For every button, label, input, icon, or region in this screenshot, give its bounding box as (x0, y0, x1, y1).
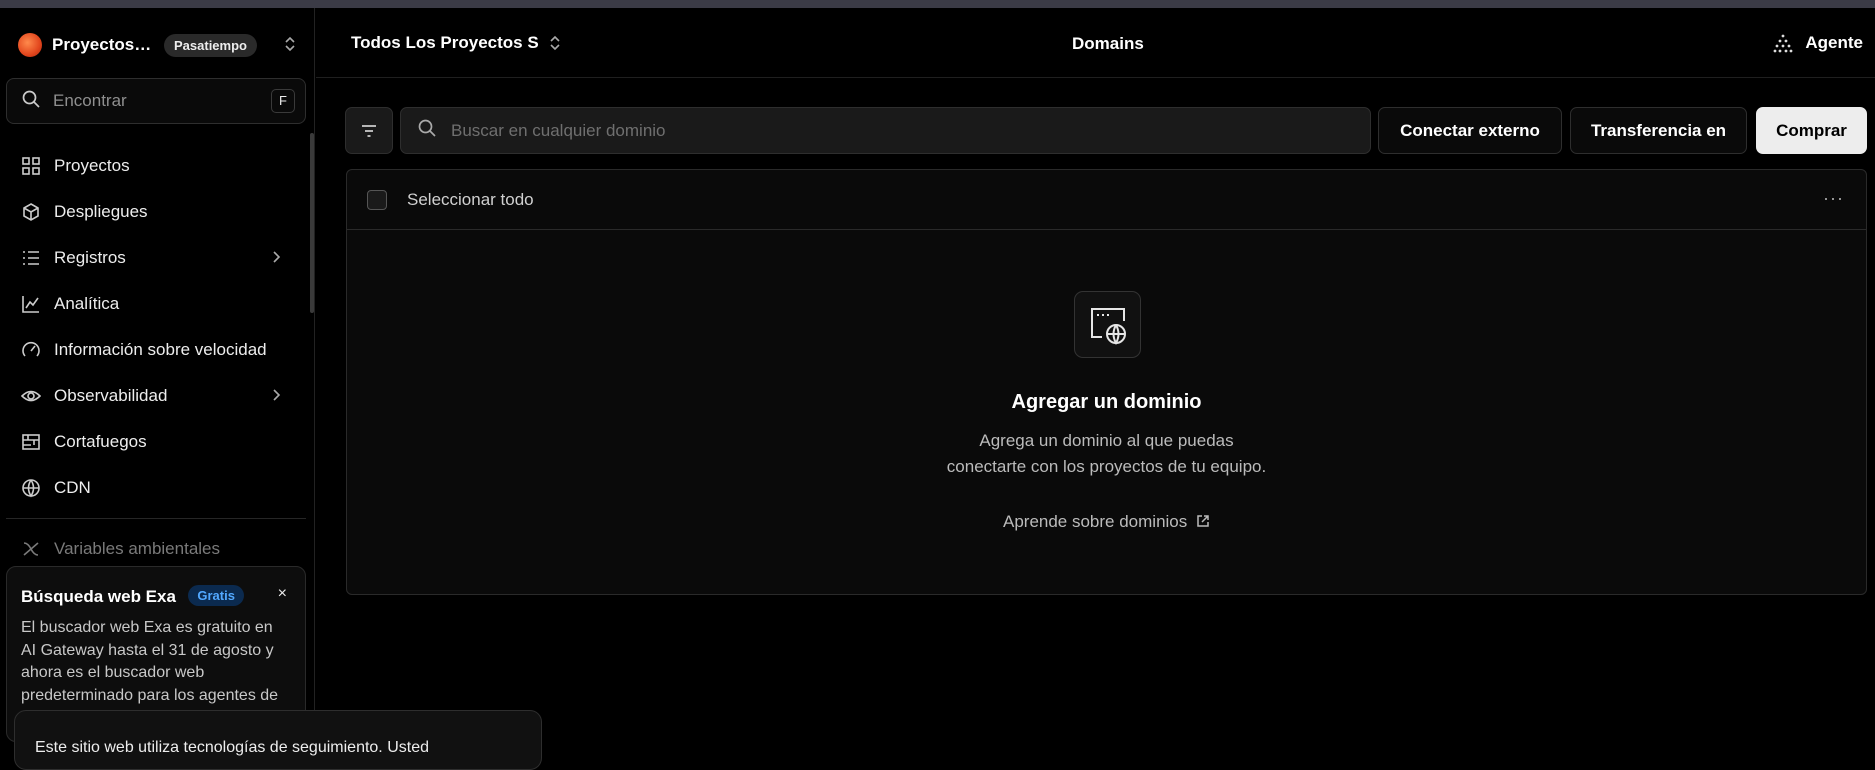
sidebar-item-label: Variables ambientales (54, 539, 220, 558)
team-switcher[interactable]: Proyectos ... Pasatiempo (18, 30, 300, 60)
sidebar-item-cortafuegos[interactable]: Cortafuegos (0, 419, 310, 465)
buy-button[interactable]: Comprar (1756, 107, 1867, 154)
promo-badge: Gratis (188, 585, 244, 606)
sidebar-item-label: Cortafuegos (54, 432, 147, 451)
connect-external-button[interactable]: Conectar externo (1378, 107, 1562, 154)
sidebar-item-observabilidad[interactable]: Observabilidad (0, 373, 310, 419)
sidebar-item-label: Registros (54, 248, 126, 267)
empty-desc-line: conectarte con los proyectos de tu equip… (946, 457, 1267, 476)
project-scope-label: Todos Los Proyectos S (351, 33, 539, 52)
chart-line-icon (20, 293, 42, 315)
sidebar-item-label: CDN (54, 478, 91, 497)
chevron-right-icon (272, 387, 282, 408)
sidebar-item-label: Despliegues (54, 202, 148, 221)
sidebar-divider (6, 518, 306, 519)
sidebar-item-cdn[interactable]: CDN (0, 465, 310, 511)
sidebar-item-velocidad[interactable]: Información sobre velocidad (0, 327, 310, 373)
firewall-icon (20, 431, 42, 453)
domain-globe-icon (1074, 291, 1141, 358)
variable-icon (20, 538, 42, 560)
cube-icon (20, 201, 42, 223)
chevron-up-down-icon[interactable] (284, 35, 296, 54)
sidebar-item-label: Analítica (54, 294, 120, 313)
sidebar-scrollbar[interactable] (310, 133, 314, 313)
page-title: Domains (1072, 34, 1144, 53)
agent-label: Agente (1805, 33, 1863, 52)
sidebar-item-analitica[interactable]: Analítica (0, 281, 310, 327)
sidebar-item-label: Observabilidad (54, 386, 168, 405)
sidebar-nav: Proyectos Despliegues Registros Analític… (0, 143, 310, 511)
plan-badge: Pasatiempo (164, 33, 257, 57)
list-icon (20, 247, 42, 269)
agent-icon (1773, 34, 1793, 53)
learn-domains-label: Aprende sobre dominios (1002, 512, 1188, 531)
gauge-icon (20, 339, 42, 361)
more-options-icon[interactable]: ··· (1823, 188, 1844, 209)
domain-search-placeholder: Buscar en cualquier dominio (451, 120, 666, 140)
project-scope-selector[interactable]: Todos Los Proyectos S (351, 33, 561, 53)
agent-button[interactable]: Agente (1773, 33, 1863, 53)
empty-state-description: Agrega un dominio al que puedas conectar… (347, 428, 1866, 480)
select-all-checkbox[interactable] (367, 189, 387, 210)
grid-icon (20, 155, 42, 177)
search-icon (417, 118, 437, 143)
transfer-in-button[interactable]: Transferencia en (1570, 107, 1747, 154)
select-all-label: Seleccionar todo (407, 189, 534, 209)
sidebar-item-label: Proyectos (54, 156, 130, 175)
chevron-right-icon (272, 249, 282, 270)
top-header: Todos Los Proyectos S Domains Agente (316, 8, 1875, 78)
sidebar: Proyectos ... Pasatiempo Encontrar F Pro… (0, 8, 315, 742)
sidebar-item-proyectos[interactable]: Proyectos (0, 143, 310, 189)
eye-icon (20, 385, 42, 407)
domains-panel: Seleccionar todo ··· Agregar un dominio … (346, 169, 1867, 595)
learn-domains-link[interactable]: Aprende sobre dominios (347, 512, 1866, 532)
external-link-icon (1197, 515, 1209, 527)
filter-icon (362, 124, 376, 137)
filter-button[interactable] (345, 107, 393, 154)
globe-icon (20, 477, 42, 499)
window-top-strip (0, 0, 1875, 8)
search-shortcut-key: F (271, 89, 295, 113)
panel-header: Seleccionar todo ··· (347, 170, 1866, 230)
search-icon (21, 89, 41, 114)
sidebar-item-despliegues[interactable]: Despliegues (0, 189, 310, 235)
close-icon[interactable]: × (278, 585, 287, 603)
team-avatar (18, 33, 42, 57)
promo-body: El buscador web Exa es gratuito en AI Ga… (21, 619, 279, 704)
sidebar-item-registros[interactable]: Registros (0, 235, 310, 281)
promo-title: Búsqueda web Exa (21, 587, 176, 606)
domain-search-input[interactable]: Buscar en cualquier dominio (400, 107, 1371, 154)
chevron-up-down-icon (549, 34, 561, 53)
sidebar-item-label: Información sobre velocidad (54, 340, 267, 359)
search-placeholder: Encontrar (53, 91, 127, 110)
sidebar-search-input[interactable]: Encontrar F (6, 78, 306, 124)
empty-state-title: Agregar un dominio (1011, 391, 1202, 413)
empty-desc-line: Agrega un dominio al que puedas (979, 431, 1234, 450)
cookie-banner: Este sitio web utiliza tecnologías de se… (14, 710, 542, 770)
team-name: Proyectos ... (52, 35, 152, 54)
